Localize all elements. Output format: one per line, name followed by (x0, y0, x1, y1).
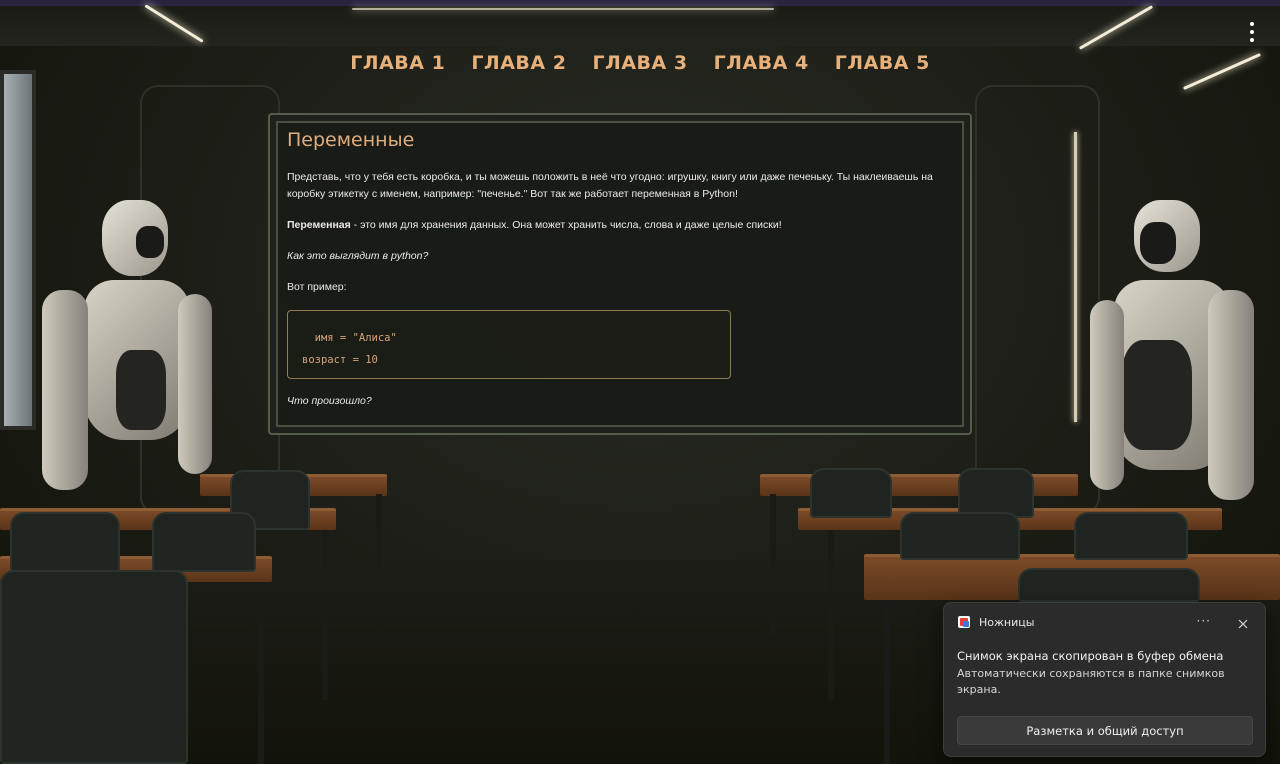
robot-arm (1090, 300, 1124, 490)
code-line: возраст = 10 (302, 354, 378, 366)
robot-left (40, 200, 220, 510)
definition-text: - это имя для хранения данных. Она может… (350, 219, 782, 231)
desk-leg (770, 494, 776, 634)
robot-visor (1140, 222, 1176, 264)
chair (900, 512, 1020, 560)
chair (958, 468, 1034, 518)
menu-dot (1250, 30, 1254, 34)
toast-title: Снимок экрана скопирован в буфер обмена (957, 649, 1224, 663)
close-icon[interactable] (1237, 615, 1249, 629)
lesson-board: Переменные Представь, что у тебя есть ко… (268, 113, 972, 435)
lesson-intro: Представь, что у тебя есть коробка, и ты… (287, 171, 933, 200)
snipping-tool-icon (957, 615, 971, 629)
ceiling (0, 6, 1280, 46)
chapter-nav: ГЛАВА 1 ГЛАВА 2 ГЛАВА 3 ГЛАВА 4 ГЛАВА 5 (0, 52, 1280, 74)
desk-leg (322, 530, 328, 700)
lesson-question-how: Как это выглядит в python? (287, 250, 429, 262)
chair (1018, 568, 1200, 602)
code-block: имя = "Алиса" возраст = 10 (287, 310, 731, 379)
robot-core (1122, 340, 1192, 450)
nav-chapter-1[interactable]: ГЛАВА 1 (350, 52, 445, 74)
robot-arm (42, 290, 88, 490)
chair (810, 468, 892, 518)
code-line: имя = "Алиса" (302, 332, 397, 344)
more-menu-icon[interactable] (1248, 22, 1256, 42)
lesson-definition: Переменная - это имя для хранения данных… (287, 217, 953, 234)
lesson-question-what: Что произошло? (287, 395, 372, 407)
menu-dot (1250, 38, 1254, 42)
nav-chapter-2[interactable]: ГЛАВА 2 (471, 52, 566, 74)
toast-more-icon[interactable]: ··· (1197, 614, 1211, 628)
chair (1074, 512, 1188, 560)
ceiling-light (352, 8, 774, 10)
definition-term: Переменная (287, 219, 351, 231)
chair (0, 570, 188, 764)
window (0, 70, 36, 430)
lesson-title: Переменные (287, 129, 415, 151)
wall-panel (975, 85, 1100, 515)
toast-body: Автоматически сохраняются в папке снимко… (957, 667, 1225, 696)
nav-chapter-4[interactable]: ГЛАВА 4 (714, 52, 809, 74)
desk-leg (884, 600, 890, 764)
nav-chapter-5[interactable]: ГЛАВА 5 (835, 52, 930, 74)
robot-right (1090, 200, 1260, 510)
desk-leg (376, 494, 382, 610)
markup-and-share-button[interactable]: Разметка и общий доступ (957, 716, 1253, 745)
menu-dot (1250, 22, 1254, 26)
desk-leg (828, 530, 834, 700)
chair (152, 512, 256, 572)
toast-app-name: Ножницы (979, 615, 1035, 629)
robot-arm (178, 294, 212, 474)
wall-light-strip (1074, 132, 1077, 422)
robot-core (116, 350, 166, 430)
toast-header: Ножницы (957, 615, 1034, 629)
desk-leg (258, 582, 264, 764)
lesson-example-label: Вот пример: (287, 281, 347, 293)
robot-visor (136, 226, 164, 258)
nav-chapter-3[interactable]: ГЛАВА 3 (592, 52, 687, 74)
notification-toast: Ножницы ··· Снимок экрана скопирован в б… (943, 602, 1266, 757)
robot-arm (1208, 290, 1254, 500)
chair (10, 512, 120, 572)
